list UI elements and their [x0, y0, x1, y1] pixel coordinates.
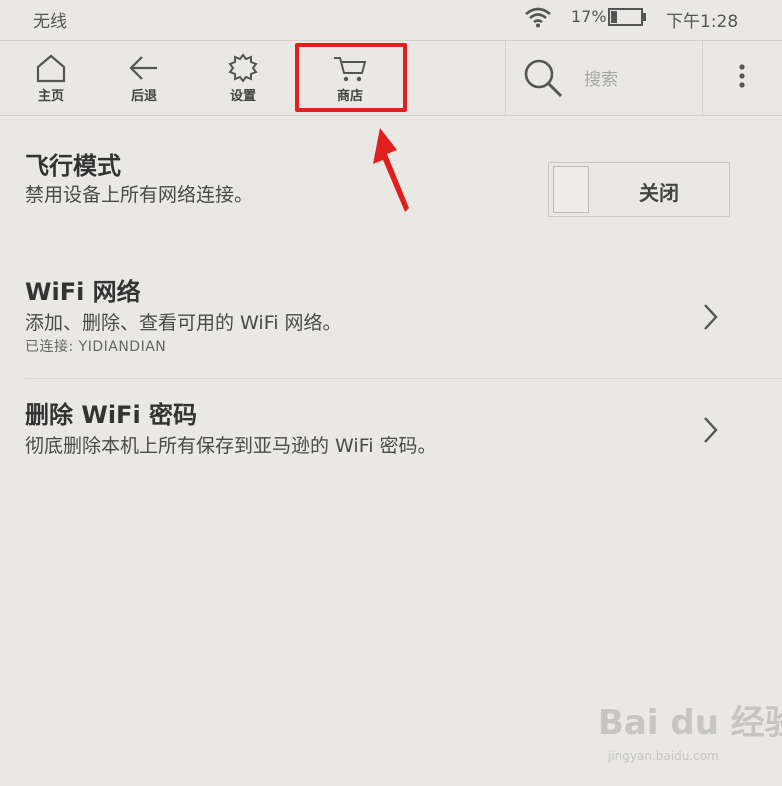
more-vertical-icon	[739, 64, 745, 88]
home-label: 主页	[37, 89, 64, 104]
battery-percent: 17%	[571, 7, 607, 26]
settings-button[interactable]: 设置	[213, 53, 273, 109]
delete-wifi-passwords-row[interactable]: 删除 WiFi 密码 彻底删除本机上所有保存到亚马逊的 WiFi 密码。	[0, 395, 782, 475]
wifi-networks-row[interactable]: WiFi 网络 添加、删除、查看可用的 WiFi 网络。 已连接: YIDIAN…	[0, 270, 782, 378]
back-button[interactable]: 后退	[114, 53, 174, 109]
watermark-site: jingyan.baidu.com	[608, 749, 719, 763]
wifi-connected-status: 已连接: YIDIANDIAN	[25, 339, 167, 355]
wifi-networks-description: 添加、删除、查看可用的 WiFi 网络。	[25, 312, 342, 334]
overflow-menu-button[interactable]	[722, 41, 762, 115]
search-icon	[524, 59, 563, 98]
status-bar: 无线 17% 下午1:28	[0, 0, 782, 36]
airplane-mode-toggle[interactable]: 关闭	[548, 162, 730, 217]
row-divider	[25, 378, 782, 379]
search-placeholder: 搜索	[584, 70, 618, 90]
chevron-right-icon	[704, 304, 718, 330]
network-status: 无线	[33, 12, 67, 32]
settings-label: 设置	[229, 89, 256, 104]
wifi-signal-icon	[523, 6, 553, 33]
back-arrow-icon	[129, 56, 157, 80]
search-field[interactable]: 搜索	[506, 41, 702, 115]
delete-wifi-description: 彻底删除本机上所有保存到亚马逊的 WiFi 密码。	[25, 435, 437, 457]
toggle-label: 关闭	[639, 181, 679, 205]
wifi-networks-title: WiFi 网络	[25, 278, 141, 306]
chevron-right-icon	[704, 417, 718, 443]
store-highlight-box	[295, 43, 407, 112]
toolbar-divider	[702, 41, 703, 115]
delete-wifi-title: 删除 WiFi 密码	[25, 401, 198, 429]
home-button[interactable]: 主页	[21, 53, 81, 109]
battery-icon	[608, 7, 648, 32]
toggle-knob	[553, 166, 589, 213]
clock: 下午1:28	[666, 12, 739, 32]
watermark-logo: Bai du 经验	[598, 703, 782, 743]
airplane-mode-description: 禁用设备上所有网络连接。	[25, 184, 254, 206]
airplane-mode-title: 飞行模式	[25, 152, 121, 180]
home-icon	[36, 54, 66, 83]
back-label: 后退	[130, 89, 157, 104]
gear-icon	[228, 53, 258, 83]
